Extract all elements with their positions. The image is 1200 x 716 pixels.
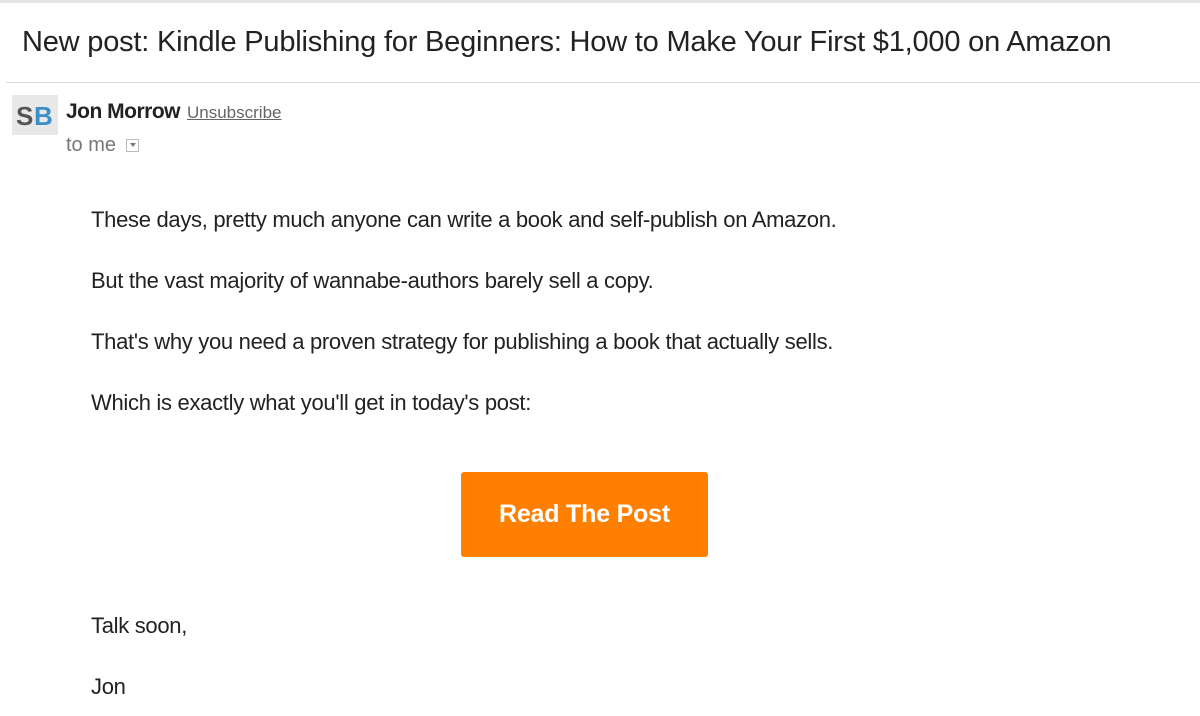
body-paragraph: Which is exactly what you'll get in toda… — [91, 390, 532, 415]
recipient-line: to me — [66, 134, 140, 157]
avatar-letter-b: B — [34, 101, 53, 130]
read-the-post-button[interactable]: Read The Post — [461, 472, 708, 557]
body-paragraph: But the vast majority of wannabe-authors… — [91, 268, 654, 293]
email-view: New post: Kindle Publishing for Beginner… — [0, 0, 1200, 716]
avatar-letter-s: S — [16, 101, 33, 130]
body-paragraph: These days, pretty much anyone can write… — [91, 207, 837, 232]
subject-divider — [6, 82, 1200, 83]
signature-text: Jon — [91, 674, 126, 699]
email-subject: New post: Kindle Publishing for Beginner… — [22, 26, 1112, 58]
sender-avatar[interactable]: S B — [12, 95, 58, 135]
signoff-text: Talk soon, — [91, 613, 188, 638]
unsubscribe-link[interactable]: Unsubscribe — [187, 103, 282, 123]
recipient-label: to me — [66, 134, 117, 156]
top-divider — [0, 0, 1200, 3]
sender-line: Jon Morrow Unsubscribe — [66, 100, 282, 124]
chevron-down-icon[interactable] — [126, 139, 140, 152]
sender-name[interactable]: Jon Morrow — [66, 100, 181, 124]
body-paragraph: That's why you need a proven strategy fo… — [91, 329, 834, 354]
sb-logo-icon: S B — [16, 101, 53, 130]
